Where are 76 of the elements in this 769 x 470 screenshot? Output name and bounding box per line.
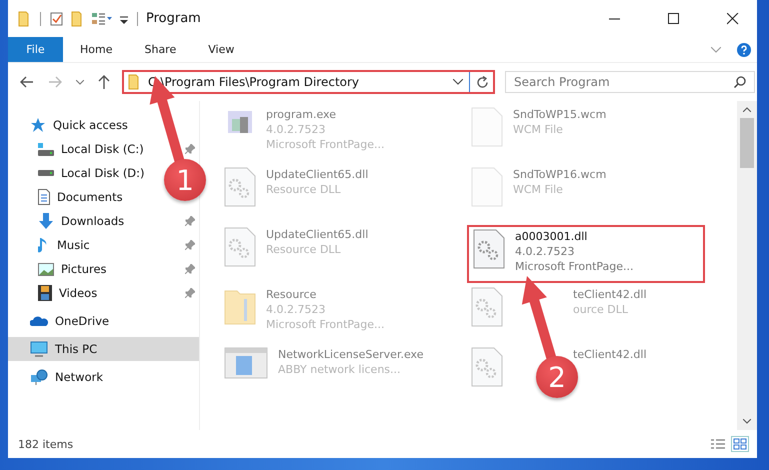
up-arrow-icon[interactable]: [98, 75, 110, 89]
down-arrow-icon: [38, 213, 54, 229]
properties-icon[interactable]: [49, 10, 65, 26]
search-field[interactable]: Search Program: [505, 71, 755, 93]
sidebar-item[interactable]: Downloads: [61, 214, 124, 228]
file-name: SndToWP16.wcm: [513, 167, 606, 182]
film-icon: [38, 285, 52, 301]
item-count: 182 items: [18, 438, 74, 450]
drive-icon: [38, 142, 54, 156]
recent-dropdown-icon[interactable]: [76, 80, 84, 84]
file-detail: WCM File: [513, 182, 564, 197]
details-view-icon[interactable]: [711, 438, 725, 450]
network-icon: [30, 369, 48, 385]
sidebar-item[interactable]: Documents: [57, 190, 123, 204]
file-name: program.exe: [266, 107, 337, 122]
sidebar-item[interactable]: Videos: [59, 286, 98, 300]
gear-file-icon: [471, 287, 503, 327]
gear-file-icon: [224, 227, 256, 267]
file-item[interactable]: a0003001.dll 4.0.2.7523 Microsoft FrontPage...: [467, 225, 705, 283]
file-detail: 4.0.2.7523: [266, 122, 326, 137]
file-detail: Resource DLL: [266, 182, 342, 197]
file-detail: Resource DLL: [266, 242, 342, 257]
sidebar-item[interactable]: Local Disk (D:): [61, 166, 145, 180]
file-detail: Microsoft FrontPage...: [266, 137, 384, 152]
star-icon: [30, 117, 46, 133]
file-name: Resource: [266, 287, 318, 302]
dropdown-icon[interactable]: [453, 79, 463, 85]
file-name: teClient42.dll: [573, 287, 647, 302]
sidebar-item[interactable]: Quick access: [8, 113, 199, 137]
sidebar-item[interactable]: This PC: [8, 337, 199, 361]
back-arrow-icon[interactable]: [20, 76, 34, 88]
search-icon: [734, 76, 746, 88]
blank-file-icon: [471, 107, 503, 147]
gear-file-icon: [471, 347, 503, 387]
close-icon[interactable]: [727, 12, 739, 24]
file-name: a0003001.dll: [515, 229, 588, 244]
ribbon-tab[interactable]: File: [8, 37, 63, 62]
document-icon: [38, 189, 50, 205]
scrollbar-thumb[interactable]: [740, 118, 754, 168]
refresh-icon[interactable]: [476, 76, 489, 88]
file-detail: 4.0.2.7523: [266, 302, 326, 317]
picture-icon: [38, 262, 54, 276]
blank-file-icon: [471, 167, 503, 207]
scroll-down-icon[interactable]: [743, 419, 751, 424]
file-name: UpdateClient65.dll: [266, 227, 368, 242]
file-name: UpdateClient65.dll: [266, 167, 368, 182]
file-detail: ource DLL: [573, 302, 630, 317]
file-detail: Microsoft FrontPage...: [266, 317, 384, 332]
file-name: SndToWP15.wcm: [513, 107, 606, 122]
sidebar-item[interactable]: Music: [57, 238, 90, 252]
window-icon: [224, 347, 268, 379]
file-detail: Microsoft FrontPage...: [515, 259, 634, 274]
ribbon-tab[interactable]: Share: [129, 37, 192, 62]
file-detail: 4.0.2.7523: [515, 244, 576, 259]
chevron-icon[interactable]: [711, 46, 721, 52]
drive-icon: [38, 170, 54, 176]
sidebar-item[interactable]: Pictures: [61, 262, 107, 276]
file-name: NetworkLicenseServer.exe: [278, 347, 424, 362]
monitor-icon: [30, 341, 48, 357]
window-title: Program: [146, 11, 201, 26]
gear-file-icon: [224, 167, 256, 207]
gear-file-icon: [473, 229, 505, 269]
help-icon[interactable]: [737, 42, 751, 56]
maximize-icon[interactable]: [668, 12, 680, 24]
scroll-up-icon[interactable]: [743, 107, 751, 112]
ribbon-tab[interactable]: View: [193, 37, 250, 62]
scrollbar[interactable]: [737, 101, 757, 430]
ribbon-tab[interactable]: Home: [65, 37, 128, 62]
large-icons-view-icon[interactable]: [731, 436, 749, 452]
sidebar-item[interactable]: Local Disk (C:): [61, 142, 144, 156]
list-view-icon[interactable]: [91, 10, 113, 26]
sidebar-item[interactable]: OneDrive: [8, 309, 199, 333]
file-detail: ABBY network licens...: [278, 362, 402, 377]
sidebar-item[interactable]: Network: [8, 365, 199, 389]
file-detail: WCM File: [513, 122, 564, 137]
cloud-icon: [30, 315, 48, 327]
